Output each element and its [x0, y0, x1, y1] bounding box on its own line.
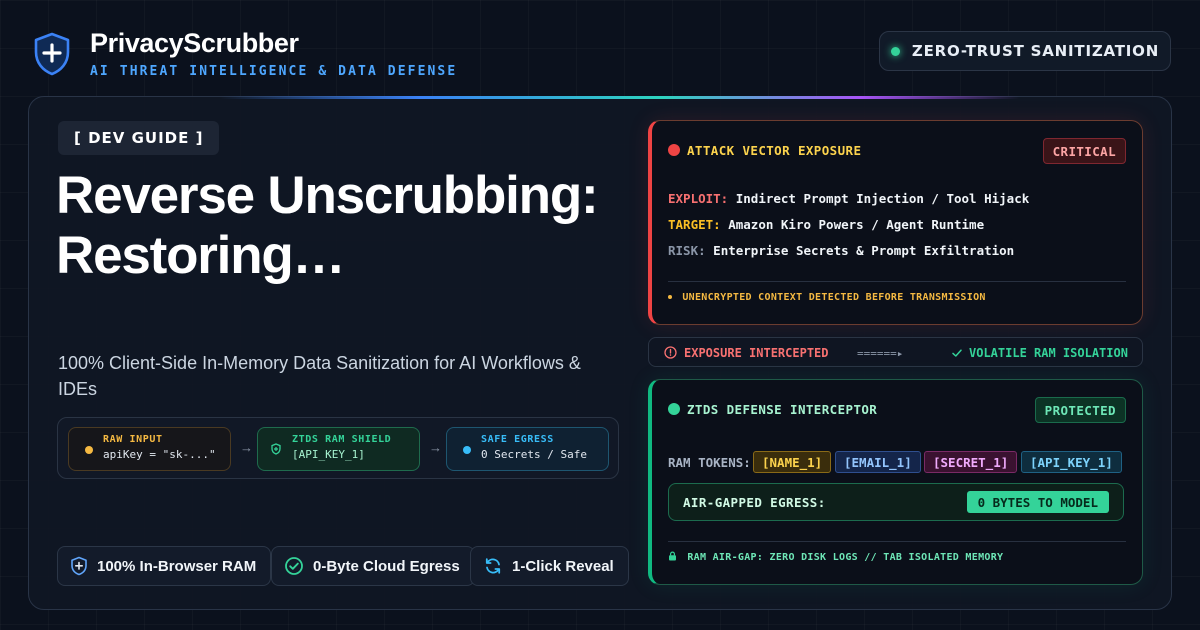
page-subtitle: 100% Client-Side In-Memory Data Sanitiza… — [58, 353, 581, 399]
divider — [668, 541, 1126, 542]
feature-label: 0-Byte Cloud Egress — [313, 557, 460, 575]
flow-step-value: [API_KEY_1] — [292, 448, 365, 461]
intercept-bar: EXPOSURE INTERCEPTED ======▸ VOLATILE RA… — [648, 337, 1143, 367]
attack-panel-footer-text: UNENCRYPTED CONTEXT DETECTED BEFORE TRAN… — [682, 292, 986, 303]
attack-panel-title-text: ATTACK VECTOR EXPOSURE — [687, 143, 862, 158]
token-api-key: [API_KEY_1] — [1021, 451, 1122, 473]
refresh-icon — [485, 558, 501, 574]
token-secret: [SECRET_1] — [924, 451, 1018, 473]
target-row: TARGET: Amazon Kiro Powers / Agent Runti… — [668, 217, 984, 232]
row-key: RISK: — [668, 243, 706, 258]
flow-step-raw-input: RAW INPUT apiKey = "sk-..." — [68, 427, 231, 471]
shield-plus-icon — [34, 32, 70, 76]
egress-value-badge: 0 BYTES TO MODEL — [966, 491, 1109, 513]
exposure-intercepted-label: EXPOSURE INTERCEPTED — [684, 346, 829, 360]
row-value: Amazon Kiro Powers / Agent Runtime — [728, 217, 985, 232]
sanitization-flow: RAW INPUT apiKey = "sk-..." → ZTDS RAM S… — [57, 417, 619, 479]
dot-icon — [463, 446, 471, 454]
feature-in-browser-ram: 100% In-Browser RAM — [57, 546, 272, 586]
arrow-right-icon: → — [240, 440, 253, 455]
card-accent-line — [220, 96, 1020, 99]
shield-plus-icon — [71, 556, 87, 576]
risk-row: RISK: Enterprise Secrets & Prompt Exfilt… — [668, 243, 1014, 258]
defense-panel-title-text: ZTDS DEFENSE INTERCEPTOR — [687, 402, 878, 417]
defense-interceptor-panel: ZTDS DEFENSE INTERCEPTOR PROTECTED RAM T… — [648, 379, 1143, 585]
feature-label: 1-Click Reveal — [512, 557, 614, 575]
shield-icon — [271, 443, 281, 455]
flow-step-title: SAFE EGRESS — [481, 434, 554, 445]
zero-trust-label: ZERO-TRUST SANITIZATION — [911, 42, 1160, 60]
row-value: Enterprise Secrets & Prompt Exfiltration — [713, 243, 1015, 258]
defense-panel-title: ZTDS DEFENSE INTERCEPTOR — [668, 402, 878, 417]
attack-panel-title: ATTACK VECTOR EXPOSURE — [668, 143, 862, 158]
page-title: Reverse Unscrubbing: Restoring… — [56, 166, 599, 285]
feature-cloud-egress: 0-Byte Cloud Egress — [271, 546, 475, 586]
brand-name: PrivacyScrubber — [90, 28, 299, 58]
status-dot-icon — [890, 46, 900, 56]
flow-step-title: RAW INPUT — [103, 434, 163, 445]
flow-step-value: apiKey = "sk-..." — [103, 448, 216, 461]
status-dot-icon — [668, 403, 680, 415]
feature-one-click-reveal: 1-Click Reveal — [470, 546, 629, 586]
token-email: [EMAIL_1] — [835, 451, 921, 473]
attack-panel-footer: UNENCRYPTED CONTEXT DETECTED BEFORE TRAN… — [668, 292, 986, 303]
defense-panel-footer: RAM AIR-GAP: ZERO DISK LOGS // TAB ISOLA… — [668, 551, 1003, 563]
lock-icon — [669, 551, 676, 561]
row-value: Indirect Prompt Injection / Tool Hijack — [735, 191, 1030, 206]
brand-tagline: AI THREAT INTELLIGENCE & DATA DEFENSE — [90, 64, 458, 79]
arrow-right-icon: → — [429, 440, 442, 455]
dot-icon — [85, 446, 93, 454]
dev-guide-tag: [ DEV GUIDE ] — [58, 121, 220, 155]
ram-tokens-label: RAM TOKENS: — [668, 455, 751, 470]
bullet-icon — [668, 295, 672, 299]
zero-trust-badge: ZERO-TRUST SANITIZATION — [879, 31, 1171, 71]
volatile-ram-label: VOLATILE RAM ISOLATION — [969, 346, 1128, 360]
attack-vector-panel: ATTACK VECTOR EXPOSURE CRITICAL EXPLOIT:… — [648, 120, 1143, 325]
status-badge-critical: CRITICAL — [1042, 138, 1126, 164]
defense-panel-footer-text: RAM AIR-GAP: ZERO DISK LOGS // TAB ISOLA… — [687, 552, 1004, 563]
alert-circle-icon — [664, 346, 677, 359]
flow-step-safe-egress: SAFE EGRESS 0 Secrets / Safe — [446, 427, 609, 471]
token-name: [NAME_1] — [753, 451, 832, 473]
air-gapped-egress: AIR-GAPPED EGRESS: 0 BYTES TO MODEL — [668, 483, 1124, 521]
flow-step-ram-shield: ZTDS RAM SHIELD [API_KEY_1] — [257, 427, 420, 471]
status-badge-protected: PROTECTED — [1034, 397, 1126, 423]
egress-label: AIR-GAPPED EGRESS: — [683, 495, 826, 510]
flow-step-value: 0 Secrets / Safe — [481, 448, 587, 461]
alert-dot-icon — [668, 144, 680, 156]
flow-step-title: ZTDS RAM SHIELD — [292, 434, 392, 445]
row-key: TARGET: — [668, 217, 721, 232]
intercept-arrow: ======▸ — [857, 347, 904, 360]
row-key: EXPLOIT: — [668, 191, 729, 206]
divider — [668, 281, 1126, 282]
exploit-row: EXPLOIT: Indirect Prompt Injection / Too… — [668, 191, 1029, 206]
check-circle-icon — [285, 557, 303, 575]
check-icon — [952, 349, 962, 357]
feature-label: 100% In-Browser RAM — [97, 557, 257, 575]
